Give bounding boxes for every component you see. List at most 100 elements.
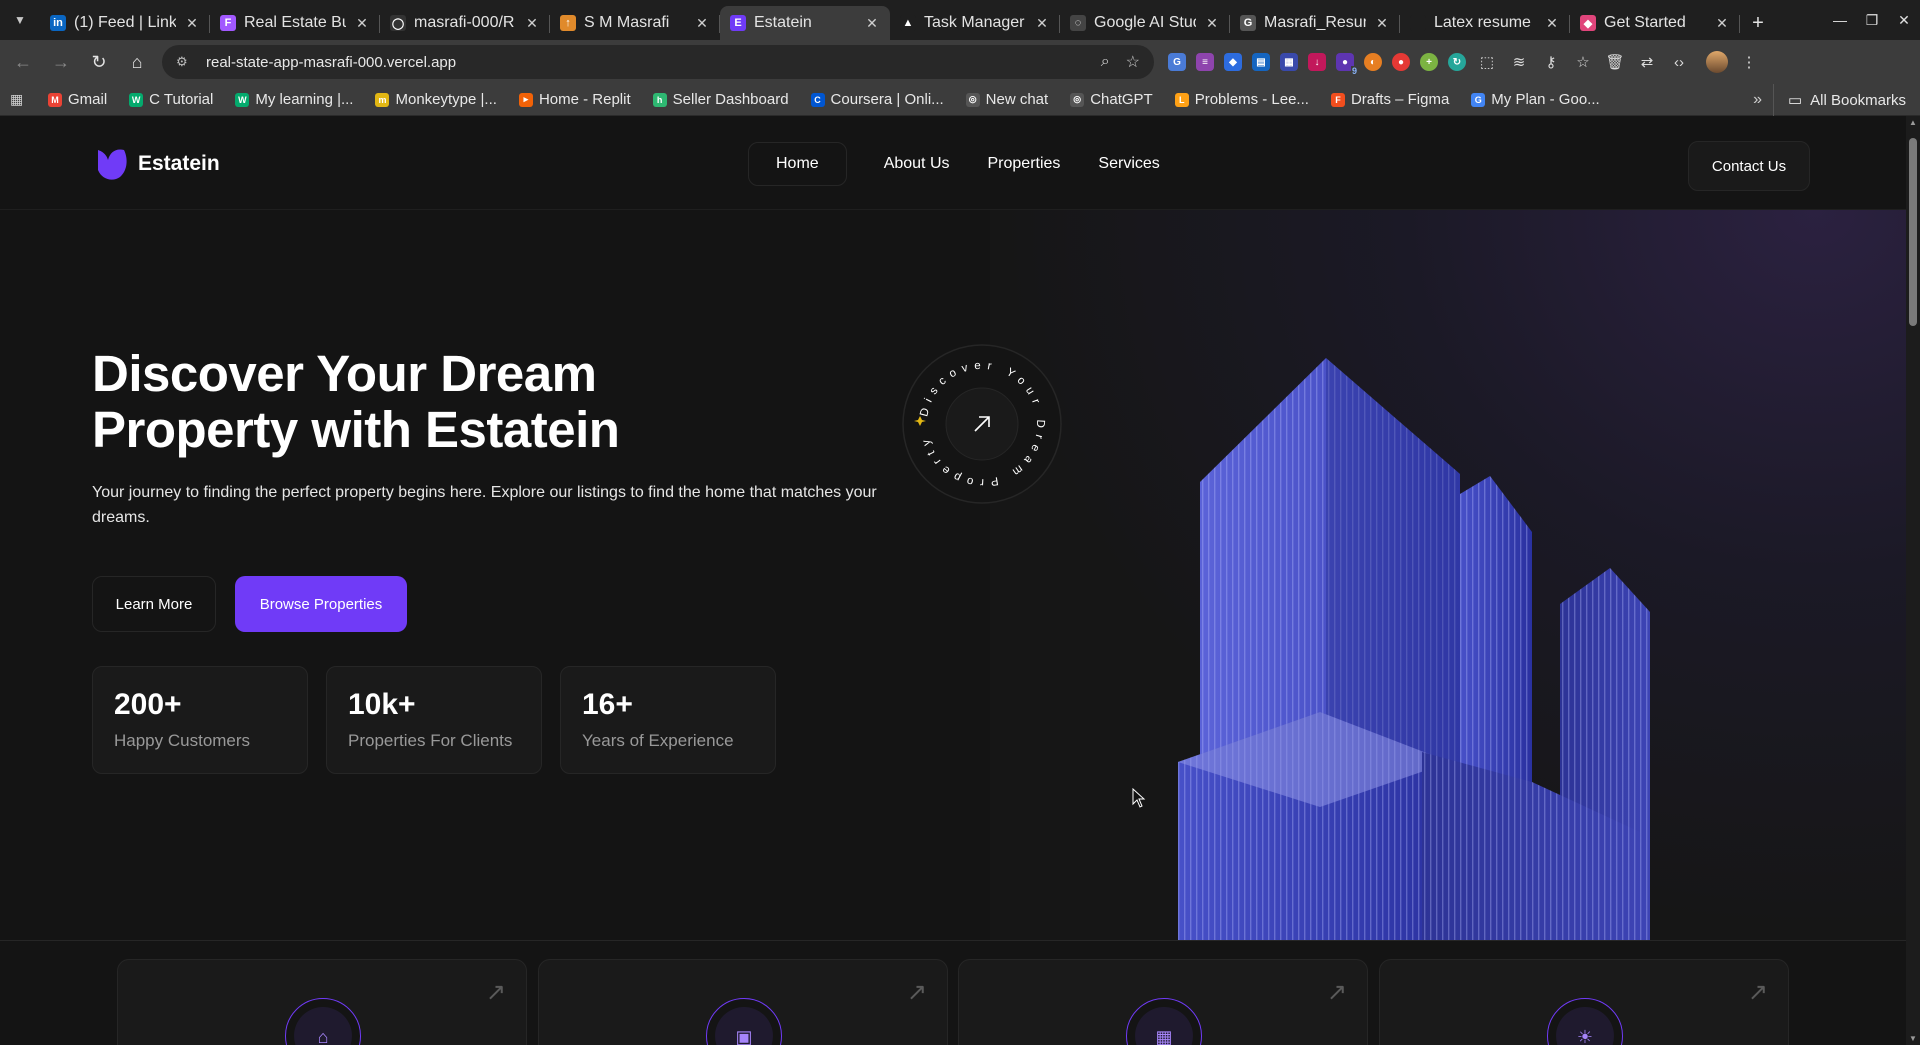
nav-properties[interactable]: Properties bbox=[969, 142, 1080, 186]
contact-button[interactable]: Contact Us bbox=[1688, 141, 1810, 191]
devtools-code-icon[interactable]: ‹› bbox=[1668, 51, 1690, 73]
features-strip: ↗ ⌂ ↗ ▣ ↗ ▦ ↗ ☀ bbox=[0, 940, 1906, 1045]
profile-avatar[interactable] bbox=[1706, 51, 1728, 73]
nav-about[interactable]: About Us bbox=[865, 142, 969, 186]
browser-tab[interactable]: G Masrafi_Resum ✕ bbox=[1230, 6, 1400, 40]
restore-button[interactable]: ❐ bbox=[1856, 0, 1888, 40]
new-tab-button[interactable]: + bbox=[1740, 6, 1776, 40]
back-button[interactable]: ← bbox=[8, 47, 38, 77]
tab-close-icon[interactable]: ✕ bbox=[354, 15, 370, 32]
bookmark-label: My learning |... bbox=[255, 91, 354, 108]
scrollbar-thumb[interactable] bbox=[1909, 138, 1917, 326]
estatein-logo-icon bbox=[98, 149, 127, 180]
tab-close-icon[interactable]: ✕ bbox=[1034, 15, 1050, 32]
scroll-up-icon[interactable]: ▲ bbox=[1906, 118, 1920, 127]
browse-properties-button[interactable]: Browse Properties bbox=[235, 576, 407, 632]
bookmark-favicon-icon: ▸ bbox=[518, 92, 533, 107]
extension-orange-icon[interactable]: ◐ bbox=[1364, 53, 1382, 71]
browser-tab[interactable]: in (1) Feed | Linke ✕ bbox=[40, 6, 210, 40]
extension-teal-icon[interactable]: ↻ bbox=[1448, 53, 1466, 71]
main-nav: Home About Us Properties Services bbox=[748, 142, 1179, 186]
feature-card[interactable]: ↗ ⌂ bbox=[117, 959, 527, 1045]
tab-close-icon[interactable]: ✕ bbox=[184, 15, 200, 32]
browser-tab[interactable]: ↑ S M Masrafi ✕ bbox=[550, 6, 720, 40]
home-button[interactable]: ⌂ bbox=[122, 47, 152, 77]
page-scrollbar[interactable]: ▲ ▼ bbox=[1906, 116, 1920, 1045]
forward-button[interactable]: → bbox=[46, 47, 76, 77]
extension-purple-icon[interactable]: ≡ bbox=[1196, 53, 1214, 71]
learn-more-button[interactable]: Learn More bbox=[92, 576, 216, 632]
minimize-button[interactable]: — bbox=[1824, 0, 1856, 40]
kebab-menu-icon[interactable]: ⋮ bbox=[1738, 51, 1760, 73]
extension-gem-icon[interactable]: ◆ bbox=[1224, 53, 1242, 71]
extension-window-icon[interactable]: ▤ bbox=[1252, 53, 1270, 71]
browser-tab[interactable]: Latex resume a ✕ bbox=[1400, 6, 1570, 40]
browser-tab[interactable]: ◯ masrafi-000/R ✕ bbox=[380, 6, 550, 40]
more-bookmarks-icon[interactable]: » bbox=[1753, 84, 1762, 116]
browser-tab[interactable]: ◆ Get Started ✕ bbox=[1570, 6, 1740, 40]
tab-close-icon[interactable]: ✕ bbox=[864, 15, 880, 32]
extension-translate-icon[interactable]: G bbox=[1168, 53, 1186, 71]
bookmarks-star-icon[interactable]: ☆ bbox=[1572, 51, 1594, 73]
browser-tab[interactable]: ◌ Google AI Stud ✕ bbox=[1060, 6, 1230, 40]
scroll-down-icon[interactable]: ▼ bbox=[1906, 1034, 1920, 1043]
browser-tab[interactable]: F Real Estate Bu ✕ bbox=[210, 6, 380, 40]
nav-services[interactable]: Services bbox=[1079, 142, 1178, 186]
bookmark-item[interactable]: C Coursera | Onli... bbox=[810, 91, 944, 108]
bookmark-item[interactable]: ◎ New chat bbox=[965, 91, 1048, 108]
feature-card[interactable]: ↗ ▦ bbox=[958, 959, 1368, 1045]
stat-label: Years of Experience bbox=[582, 731, 734, 750]
extension-grid-icon[interactable]: ▦ bbox=[1280, 53, 1298, 71]
brand-logo[interactable]: Estatein bbox=[94, 146, 220, 182]
bookmark-item[interactable]: F Drafts – Figma bbox=[1330, 91, 1449, 108]
feature-card[interactable]: ↗ ▣ bbox=[538, 959, 948, 1045]
site-settings-icon[interactable]: ⚙ bbox=[176, 54, 194, 70]
extensions-puzzle-icon[interactable]: ⬚ bbox=[1476, 51, 1498, 73]
password-key-icon[interactable]: ⚷ bbox=[1540, 51, 1562, 73]
zoom-icon[interactable]: ⌕ bbox=[1101, 53, 1110, 71]
extension-download-icon[interactable]: ↓ bbox=[1308, 53, 1326, 71]
feature-card[interactable]: ↗ ☀ bbox=[1379, 959, 1789, 1045]
tab-close-icon[interactable]: ✕ bbox=[1374, 15, 1390, 32]
nav-home[interactable]: Home bbox=[748, 142, 847, 186]
bookmark-item[interactable]: m Monkeytype |... bbox=[375, 91, 497, 108]
feature-icon-ring: ▣ bbox=[706, 998, 782, 1045]
bookmark-item[interactable]: W My learning |... bbox=[235, 91, 353, 108]
reload-button[interactable]: ↻ bbox=[84, 47, 114, 77]
tab-search-button[interactable]: ▼ bbox=[0, 0, 40, 40]
bookmark-item[interactable]: L Problems - Lee... bbox=[1174, 91, 1309, 108]
tab-close-icon[interactable]: ✕ bbox=[1714, 15, 1730, 32]
tab-close-icon[interactable]: ✕ bbox=[524, 15, 540, 32]
discover-badge[interactable]: Discover Your Dream Property bbox=[902, 344, 1062, 504]
tab-close-icon[interactable]: ✕ bbox=[1204, 15, 1220, 32]
extension-red-icon[interactable]: ● bbox=[1392, 53, 1410, 71]
bookmark-item[interactable]: M Gmail bbox=[48, 91, 107, 108]
extension-green-icon[interactable]: + bbox=[1420, 53, 1438, 71]
bookmark-item[interactable]: ◎ ChatGPT bbox=[1070, 91, 1153, 108]
tab-title: Estatein bbox=[754, 14, 812, 31]
bookmark-star-icon[interactable]: ☆ bbox=[1126, 52, 1140, 72]
bookmark-label: C Tutorial bbox=[149, 91, 214, 108]
browser-tab[interactable]: ▲ Task Manager ✕ bbox=[890, 6, 1060, 40]
bookmarks-bar: ▦ M Gmail W C Tutorial W My learning |... m Mon… bbox=[0, 84, 1920, 116]
reload-icon: ↻ bbox=[91, 51, 107, 72]
media-icon[interactable]: ≋ bbox=[1508, 51, 1530, 73]
all-bookmarks-button[interactable]: ▭ All Bookmarks bbox=[1772, 84, 1906, 116]
tab-close-icon[interactable]: ✕ bbox=[1544, 15, 1560, 32]
bookmark-item[interactable]: ▸ Home - Replit bbox=[518, 91, 631, 108]
translate-icon[interactable]: ⇄ bbox=[1636, 51, 1658, 73]
address-bar[interactable]: ⚙ real-state-app-masrafi-000.vercel.app … bbox=[162, 45, 1154, 79]
bookmark-item[interactable]: h Seller Dashboard bbox=[652, 91, 789, 108]
url-text[interactable]: real-state-app-masrafi-000.vercel.app bbox=[206, 54, 1085, 71]
bookmark-item[interactable]: G My Plan - Goo... bbox=[1471, 91, 1600, 108]
browser-tab[interactable]: E Estatein ✕ bbox=[720, 6, 890, 40]
tab-title: Real Estate Bu bbox=[244, 14, 346, 31]
close-window-button[interactable]: ✕ bbox=[1888, 0, 1920, 40]
tab-close-icon[interactable]: ✕ bbox=[694, 15, 710, 32]
apps-grid-icon[interactable]: ▦ bbox=[10, 91, 30, 108]
bookmark-item[interactable]: W C Tutorial bbox=[129, 91, 213, 108]
delete-icon[interactable]: 🗑 bbox=[1604, 51, 1626, 73]
tab-title: S M Masrafi bbox=[584, 14, 670, 31]
extension-badge-icon[interactable]: ● 9 bbox=[1336, 53, 1358, 76]
mouse-cursor-icon bbox=[1132, 788, 1146, 808]
